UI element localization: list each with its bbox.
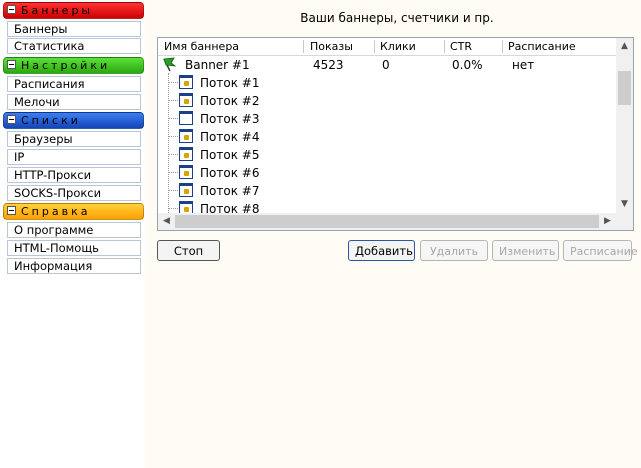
banner-ctr: 0.0% (452, 58, 483, 72)
section-title: Справка (21, 205, 91, 218)
flow-row[interactable]: Поток #5 (158, 146, 616, 164)
section-header-settings[interactable]: Настройки (3, 57, 144, 74)
banner-row[interactable]: Banner #1 4523 0 0.0% нет (158, 56, 616, 74)
flow-name: Поток #7 (200, 184, 260, 198)
sidebar-item-misc[interactable]: Мелочи (7, 94, 141, 110)
section-header-help[interactable]: Справка (3, 203, 144, 220)
banner-clicks: 0 (382, 58, 390, 72)
collapse-icon[interactable] (7, 5, 16, 14)
column-header-ctr[interactable]: CTR (450, 40, 472, 53)
section-title: Списки (21, 114, 81, 127)
scroll-right-icon[interactable]: ▶ (599, 213, 616, 230)
sidebar-item-statistics[interactable]: Статистика (7, 38, 141, 54)
tree-branch (168, 118, 178, 119)
banner-shows: 4523 (313, 58, 344, 72)
sidebar-item-banners[interactable]: Баннеры (7, 21, 141, 37)
stop-button[interactable]: Стоп (157, 240, 220, 261)
flow-row[interactable]: Поток #4 (158, 128, 616, 146)
flow-row[interactable]: Поток #1 (158, 74, 616, 92)
sidebar-item-schedules[interactable]: Расписания (7, 76, 141, 92)
delete-button[interactable]: Удалить (420, 240, 488, 261)
add-button[interactable]: Добавить (348, 240, 415, 261)
column-divider[interactable] (502, 40, 503, 53)
column-header-clicks[interactable]: Клики (380, 40, 416, 53)
window-icon (179, 75, 193, 89)
column-header-shows[interactable]: Показы (310, 40, 353, 53)
flow-row[interactable]: Поток #6 (158, 164, 616, 182)
horizontal-scrollbar[interactable]: ◀ ▶ (158, 213, 616, 230)
collapse-icon[interactable] (7, 206, 16, 215)
sidebar-item-html-help[interactable]: HTML-Помощь (7, 240, 141, 256)
window-icon (179, 93, 193, 107)
column-header-name[interactable]: Имя баннера (164, 40, 239, 53)
flow-name: Поток #4 (200, 130, 260, 144)
tree-branch (168, 172, 178, 173)
scroll-up-icon[interactable]: ▲ (616, 38, 633, 55)
flow-row[interactable]: Поток #2 (158, 92, 616, 110)
column-divider[interactable] (444, 40, 445, 53)
section-title: Баннеры (21, 4, 94, 17)
sidebar-item-socks-proxy[interactable]: SOCKS-Прокси (7, 185, 141, 201)
collapse-icon[interactable] (7, 60, 16, 69)
flow-name: Поток #1 (200, 76, 260, 90)
column-divider[interactable] (303, 40, 304, 53)
flow-name: Поток #6 (200, 166, 260, 180)
sidebar: Баннеры Баннеры Статистика Настройки Рас… (0, 0, 145, 468)
flow-row[interactable]: Поток #7 (158, 182, 616, 200)
sidebar-item-info[interactable]: Информация (7, 258, 141, 274)
vertical-scrollbar[interactable]: ▲ ▼ (616, 38, 633, 213)
sidebar-item-http-proxy[interactable]: HTTP-Прокси (7, 167, 141, 183)
section-header-lists[interactable]: Списки (3, 112, 144, 129)
green-flag-icon (163, 57, 177, 72)
column-header-schedule[interactable]: Расписание (508, 40, 576, 53)
section-title: Настройки (21, 59, 111, 72)
sidebar-item-ip[interactable]: IP (7, 149, 141, 165)
tree-branch (168, 82, 178, 83)
banner-schedule: нет (512, 58, 535, 72)
edit-button[interactable]: Изменить (492, 240, 559, 261)
flow-name: Поток #2 (200, 94, 260, 108)
scroll-thumb[interactable] (175, 215, 599, 228)
collapse-icon[interactable] (7, 115, 16, 124)
page-title: Ваши баннеры, счетчики и пр. (300, 11, 494, 25)
tree-branch (168, 136, 178, 137)
scroll-down-icon[interactable]: ▼ (616, 196, 633, 213)
scroll-thumb[interactable] (618, 71, 631, 105)
tree-branch (168, 208, 178, 209)
flow-name: Поток #3 (200, 112, 260, 126)
window-icon (179, 129, 193, 143)
sidebar-item-about[interactable]: О программе (7, 222, 141, 238)
window-icon (179, 147, 193, 161)
tree-branch (168, 100, 178, 101)
tree-branch (168, 154, 178, 155)
window-icon (179, 165, 193, 179)
scrollbar-corner (616, 213, 633, 230)
empty-window-icon (179, 111, 193, 125)
tree-branch (168, 190, 178, 191)
flow-row[interactable]: Поток #3 (158, 110, 616, 128)
banner-name: Banner #1 (185, 58, 250, 72)
window-icon (179, 183, 193, 197)
sidebar-item-browsers[interactable]: Браузеры (7, 131, 141, 147)
banner-list[interactable]: Имя баннера Показы Клики CTR Расписание … (157, 37, 634, 231)
scroll-left-icon[interactable]: ◀ (158, 213, 175, 230)
column-divider[interactable] (374, 40, 375, 53)
schedule-button[interactable]: Расписание (563, 240, 638, 261)
section-header-banners[interactable]: Баннеры (3, 2, 144, 19)
table-header: Имя баннера Показы Клики CTR Расписание (158, 38, 616, 56)
flow-name: Поток #5 (200, 148, 260, 162)
